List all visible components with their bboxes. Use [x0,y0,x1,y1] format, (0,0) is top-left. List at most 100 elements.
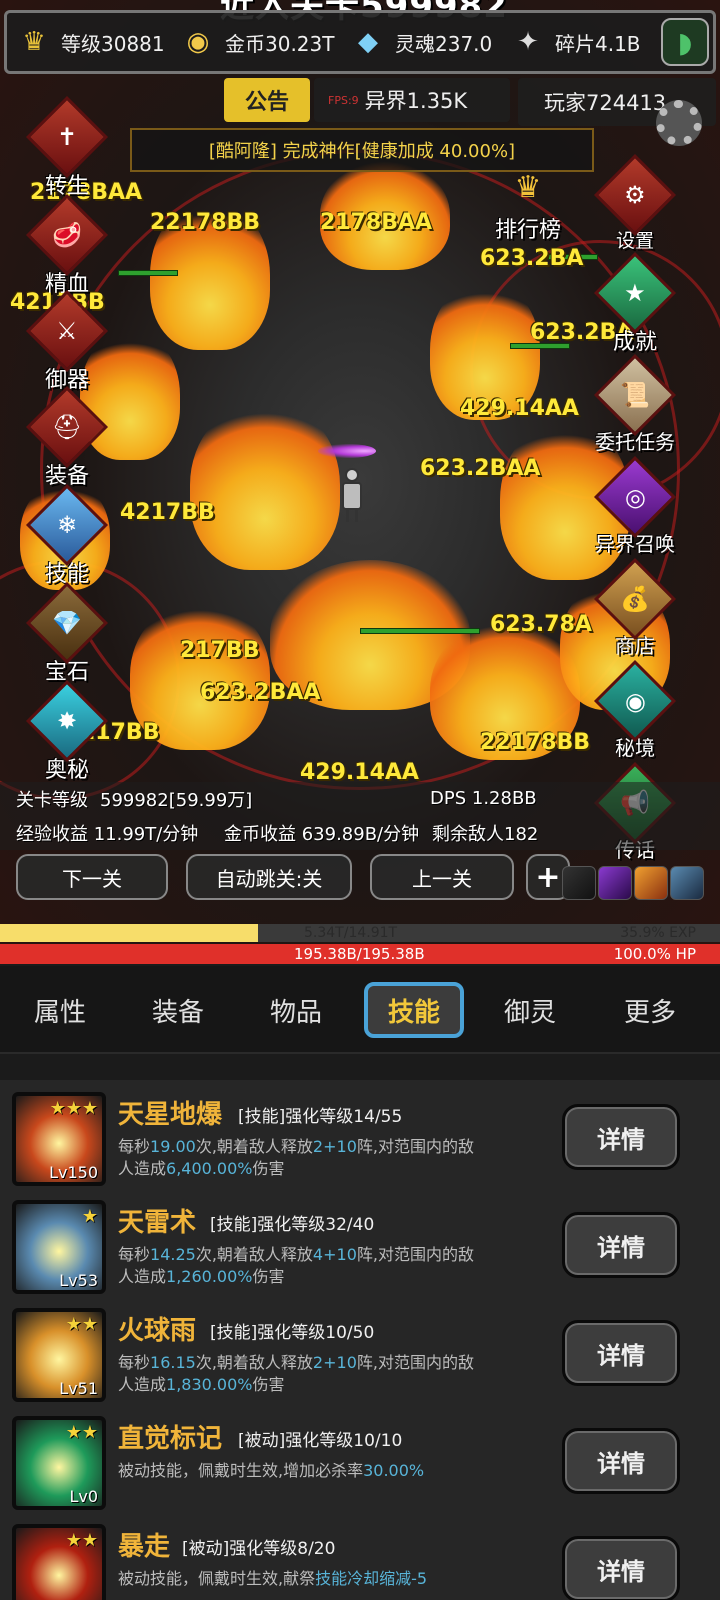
trophy-icon: ♛ [514,170,542,205]
soul-stat: ◆ 灵魂237.0 [347,13,507,71]
skill-text: 被动技能，佩戴时生效,献祭 [118,1569,316,1588]
soul-crystal-icon: ◆ [358,27,378,57]
auto-skip-toggle[interactable]: 自动跳关:关 [186,854,352,900]
menu-equipment[interactable]: ⛑ 装备 [12,385,122,490]
stage-level-value: 599982[59.99万] [100,790,253,811]
details-button[interactable]: 详情 [562,1320,680,1386]
menu-leaderboard[interactable]: ♛ 排行榜 [468,170,588,244]
buff-dark-icon[interactable] [562,866,596,900]
skill-value: 技能冷却缩减-5 [315,1569,428,1588]
buff-fire-icon[interactable] [634,866,668,900]
menu-artifact[interactable]: ⚔ 御器 [12,289,122,394]
notice-tab[interactable]: 公告 [224,78,310,122]
prev-stage-button[interactable]: 上一关 [370,854,514,900]
enemy-hp-bar [118,270,178,276]
menu-skill[interactable]: ❄ 技能 [12,483,122,588]
details-button[interactable]: 详情 [562,1104,680,1170]
skill-name: 火球雨 [118,1316,197,1346]
skill-name: 暴走 [118,1532,171,1562]
skill-text: 每秒 [118,1353,151,1372]
skill-description: 每秒16.15次,朝着敌人释放2+10阵,对范围内的敌人造成1,830.00%伤… [118,1352,478,1396]
buff-purple-icon[interactable] [598,866,632,900]
skill-upgrade-level: [技能]强化等级14/55 [238,1107,403,1127]
details-button[interactable]: 详情 [562,1212,680,1278]
broadcast-message: [酷阿隆] 完成神作[健康加成 40.00%] [130,128,594,172]
magic-bolt [318,444,376,458]
settings-gear-icon: ⚙ [593,153,677,237]
damage-number: 623.2BAA [420,456,541,481]
skill-value: 1,830.00% [166,1375,253,1394]
skill-icon[interactable]: ★ Lv53 [12,1200,106,1294]
skill-stars: ★★ [65,1530,98,1551]
portal-button[interactable]: ◗ [661,18,709,66]
otherworld-counter[interactable]: FPS:9 异界1.35K [314,78,510,122]
fps-counter: FPS:9 [328,93,359,107]
damage-number: 2178BAA [320,210,433,235]
tab-more[interactable]: 更多 [600,982,700,1038]
skill-row[interactable]: ★★★ Lv150 天星地爆 [技能]强化等级14/55 每秒19.00次,朝着敌人释放… [0,1080,720,1190]
mystery-star-icon: ✸ [25,679,109,763]
tab-equipment[interactable]: 装备 [128,982,228,1038]
skill-icon[interactable]: ★★ Lv0 [12,1416,106,1510]
skill-row[interactable]: ★★ Lv51 火球雨 [技能]强化等级10/50 每秒16.15次,朝着敌人释放2+1… [0,1296,720,1406]
skill-row[interactable]: ★ Lv53 天雷术 [技能]强化等级32/40 每秒14.25次,朝着敌人释放4+10… [0,1188,720,1298]
skill-upgrade-level: [被动]强化等级10/10 [238,1431,403,1451]
damage-number: 623.2BAA [200,680,321,705]
hp-text: 195.38B/195.38B [294,945,425,963]
menu-quests[interactable]: 📜 委托任务 [570,353,700,455]
fire-effect [190,400,340,570]
shard-icon: ✦ [517,27,539,57]
details-button[interactable]: 详情 [562,1428,680,1494]
menu-summon[interactable]: ◎ 异界召唤 [570,455,700,557]
menu-shop[interactable]: 💰 商店 [580,557,690,659]
damage-number: 429.14AA [460,396,579,421]
skill-stars: ★ [81,1206,98,1227]
skill-text: 被动技能，佩戴时生效,增加必杀率 [118,1461,364,1480]
skill-level: Lv150 [49,1163,98,1182]
skill-text: 次,朝着敌人释放 [195,1137,313,1156]
vortex-icon: ◎ [593,455,677,539]
tab-spirits[interactable]: 御灵 [480,982,580,1038]
crown-icon: ♛ [22,27,46,57]
main-tabbar: 属性 装备 物品 技能 御灵 更多 [0,966,720,1054]
skill-icon[interactable]: ★★ Lv51 [12,1308,106,1402]
menu-blood[interactable]: 🥩 精血 [12,193,122,298]
tab-skills[interactable]: 技能 [364,982,464,1038]
skill-value: 6,400.00% [166,1159,253,1178]
menu-mystery[interactable]: ✸ 奥秘 [12,679,122,784]
resource-bar: ♛ 等级30881 ◉ 金币30.23T ◆ 灵魂237.0 ✦ 碎片4.1B … [4,10,716,74]
next-stage-button[interactable]: 下一关 [16,854,168,900]
menu-rebirth[interactable]: ✝ 转生 [12,95,122,200]
menu-secret-realm[interactable]: ◉ 秘境 [580,659,690,761]
tab-items[interactable]: 物品 [246,982,346,1038]
skill-level: Lv0 [69,1487,98,1506]
details-button[interactable]: 详情 [562,1536,680,1600]
skill-icon[interactable]: ★★★ Lv150 [12,1092,106,1186]
skill-name: 天星地爆 [118,1100,223,1130]
skill-text: 伤害 [252,1159,285,1178]
gold-stat: ◉ 金币30.23T [177,13,347,71]
damage-number: 22178BB [480,730,591,755]
skill-upgrade-level: [被动]强化等级8/20 [182,1539,336,1559]
damage-number: 217BB [180,638,260,663]
stage-info-panel: 关卡等级 599982[59.99万] DPS 1.28BB 经验收益 11.9… [0,782,720,850]
skill-text: 每秒 [118,1245,151,1264]
menu-achievement[interactable]: ★ 成就 [580,251,690,356]
skill-row[interactable]: ★★ 暴走 [被动]强化等级8/20 被动技能，佩戴时生效,献祭技能冷却缩减-5 详情 [0,1512,720,1600]
skill-icon[interactable]: ★★ [12,1524,106,1600]
exp-text: 5.34T/14.91T [304,925,398,941]
star-icon: ★ [593,251,677,335]
skill-text: 次,朝着敌人释放 [195,1245,313,1264]
tab-attributes[interactable]: 属性 [10,982,110,1038]
gear-icon[interactable] [656,100,702,146]
scroll-icon: 📜 [593,353,677,437]
buff-thunder-icon[interactable] [670,866,704,900]
skill-stars: ★★ [65,1422,98,1443]
gold-income: 金币收益 639.89B/分钟 [224,824,420,845]
damage-number: 623.2BA [480,246,584,271]
skill-value: 30.00% [363,1461,425,1480]
skill-row[interactable]: ★★ Lv0 直觉标记 [被动]强化等级10/10 被动技能，佩戴时生效,增加必杀率30… [0,1404,720,1514]
blood-icon: 🥩 [25,193,109,277]
menu-gem[interactable]: 💎 宝石 [12,581,122,686]
menu-settings[interactable]: ⚙ 设置 [580,153,690,253]
